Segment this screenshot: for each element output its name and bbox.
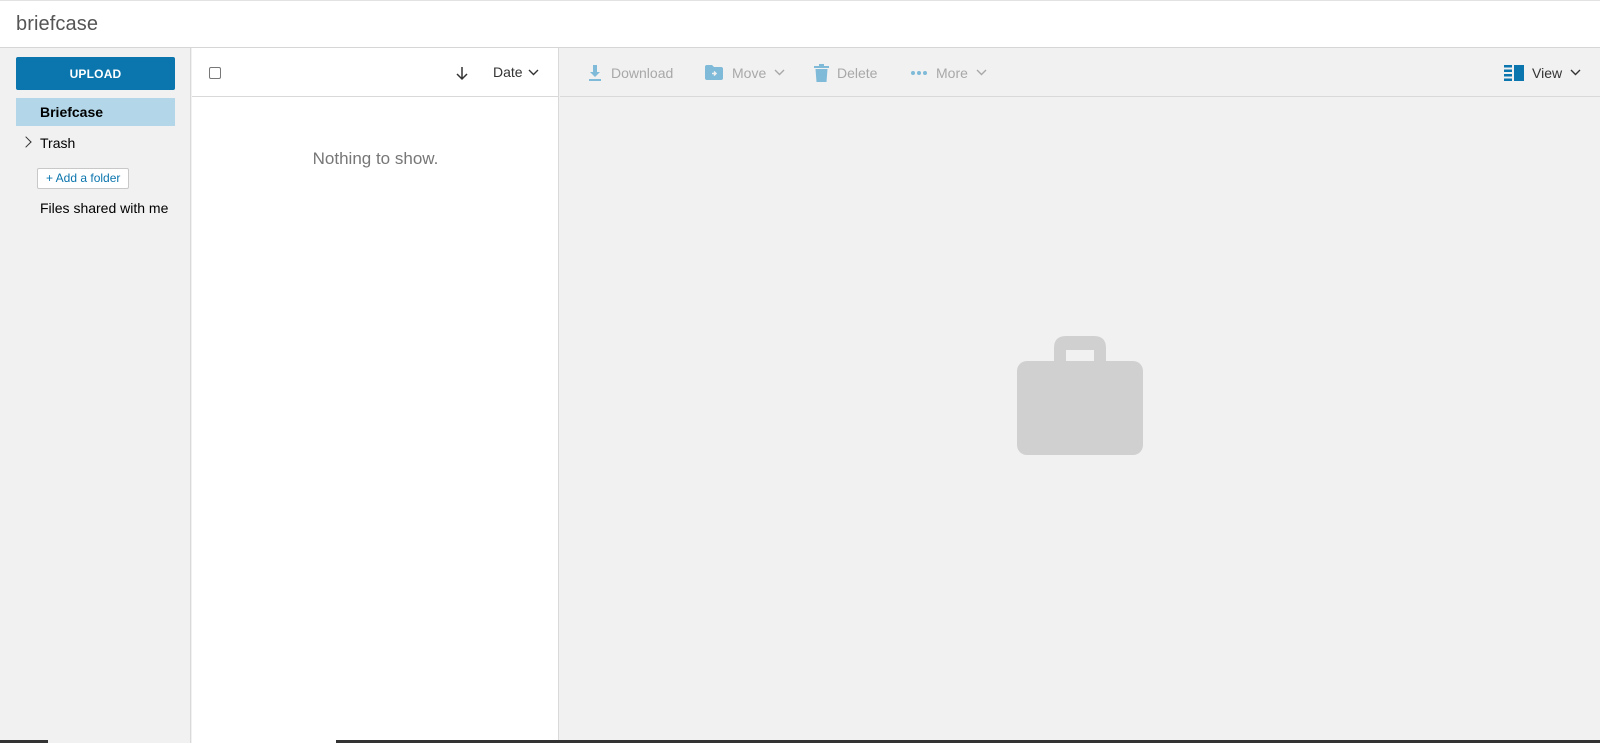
more-button[interactable]: More: [910, 48, 987, 97]
chevron-down-icon: [774, 69, 785, 76]
add-folder-button[interactable]: + Add a folder: [37, 168, 130, 189]
preview-pane: [560, 97, 1600, 743]
action-toolbar: Download Move Delete More View: [560, 48, 1600, 97]
sort-field-label: Date: [493, 64, 523, 80]
sidebar-item-label: Trash: [40, 135, 76, 151]
app-header: briefcase: [0, 0, 1600, 48]
view-label: View: [1532, 64, 1563, 81]
sidebar-item-trash[interactable]: Trash: [16, 129, 175, 157]
folder-move-icon: [705, 65, 723, 80]
app-title: briefcase: [16, 13, 99, 35]
more-dots-icon: [911, 70, 927, 75]
sort-arrow-icon[interactable]: [454, 65, 470, 81]
sort-field-dropdown[interactable]: Date: [493, 64, 539, 80]
chevron-down-icon: [976, 69, 987, 76]
empty-message: Nothing to show.: [312, 149, 439, 168]
download-icon: [589, 64, 601, 81]
move-label: Move: [732, 64, 767, 81]
sidebar-item-briefcase[interactable]: Briefcase: [16, 98, 175, 126]
sidebar-item-label: Briefcase: [40, 104, 104, 120]
chevron-down-icon: [1570, 69, 1581, 76]
select-all-checkbox[interactable]: [209, 67, 221, 79]
download-button[interactable]: Download: [587, 48, 673, 97]
upload-button[interactable]: UPLOAD: [16, 57, 175, 90]
view-layout-icon: [1504, 64, 1524, 81]
chevron-down-icon: [528, 69, 539, 75]
trash-icon: [814, 63, 829, 82]
briefcase-icon: [1017, 336, 1143, 455]
delete-button[interactable]: Delete: [814, 48, 877, 97]
move-button[interactable]: Move: [704, 48, 785, 97]
list-header: Date: [192, 48, 559, 97]
view-button[interactable]: View: [1504, 48, 1581, 97]
sidebar-item-label: Files shared with me: [40, 200, 169, 216]
more-label: More: [936, 64, 968, 81]
download-label: Download: [611, 64, 674, 81]
delete-label: Delete: [837, 64, 878, 81]
file-list-pane: Date Nothing to show.: [192, 48, 559, 743]
chevron-right-icon[interactable]: [20, 136, 32, 148]
sidebar: UPLOAD Briefcase Trash + Add a folder Fi…: [0, 48, 191, 743]
sidebar-item-shared[interactable]: Files shared with me: [16, 194, 175, 222]
